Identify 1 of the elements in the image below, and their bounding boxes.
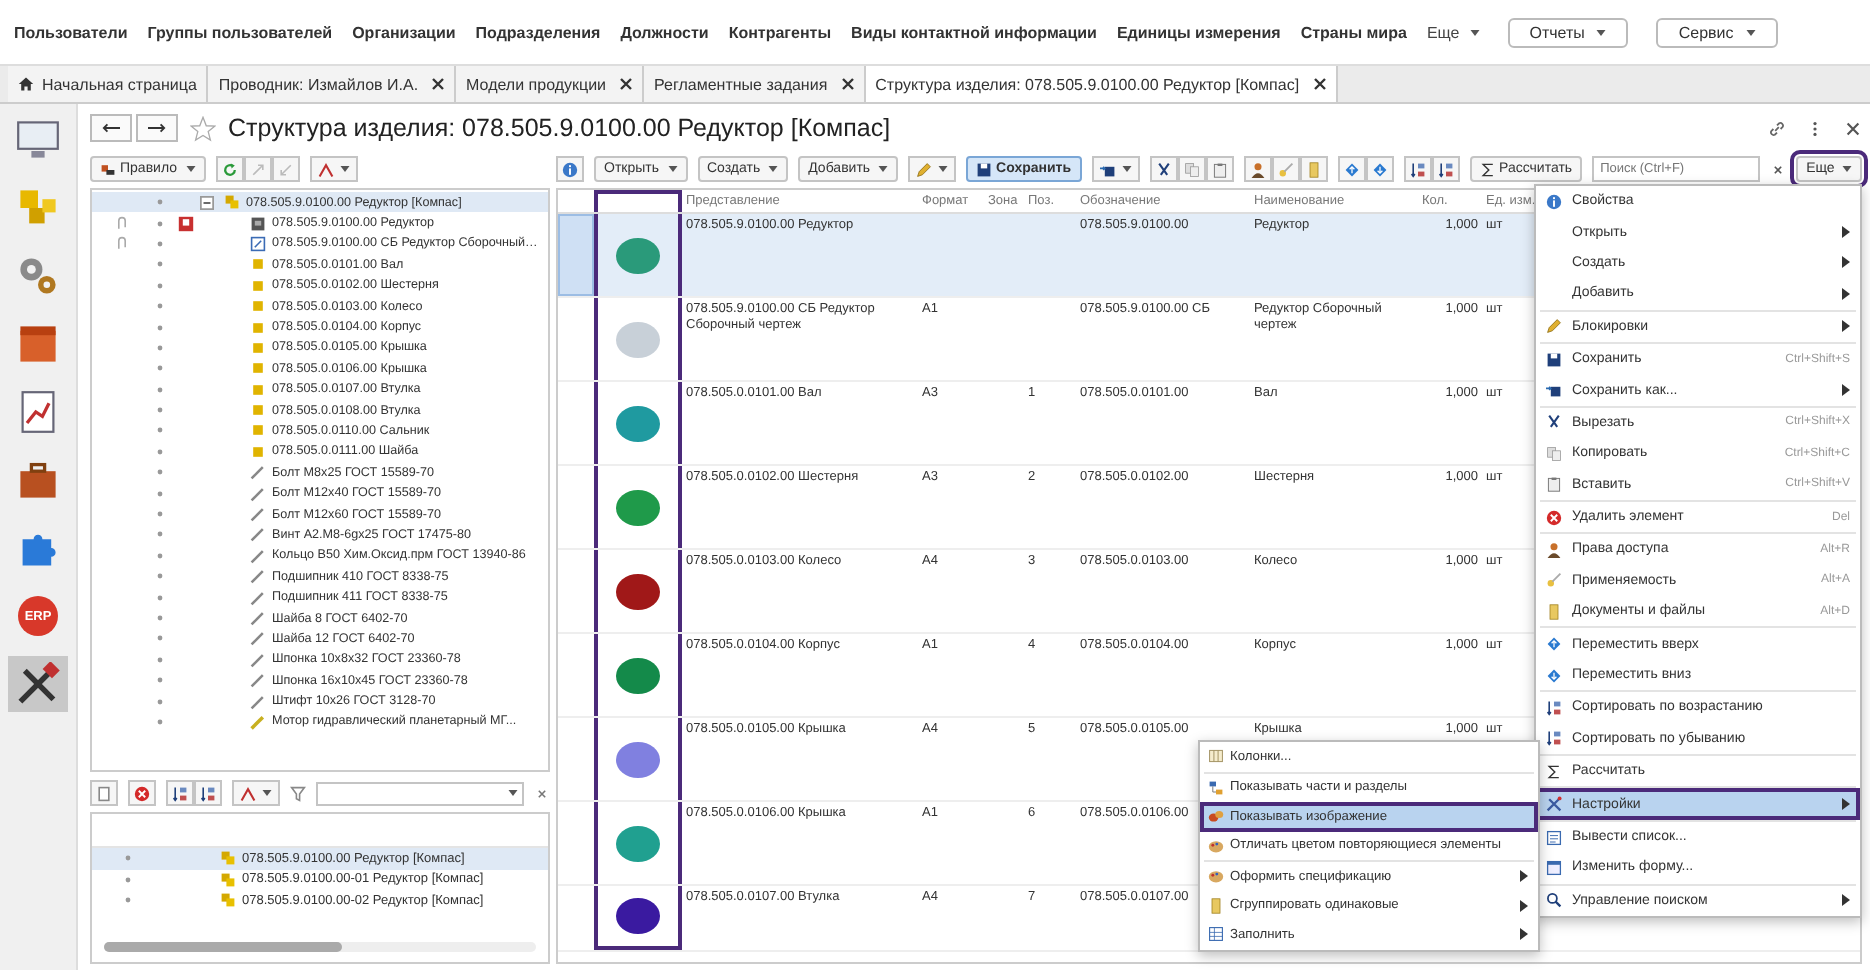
form-title: Структура изделия: 078.505.9.0100.00 Редуктор [Компас] [228,114,891,142]
